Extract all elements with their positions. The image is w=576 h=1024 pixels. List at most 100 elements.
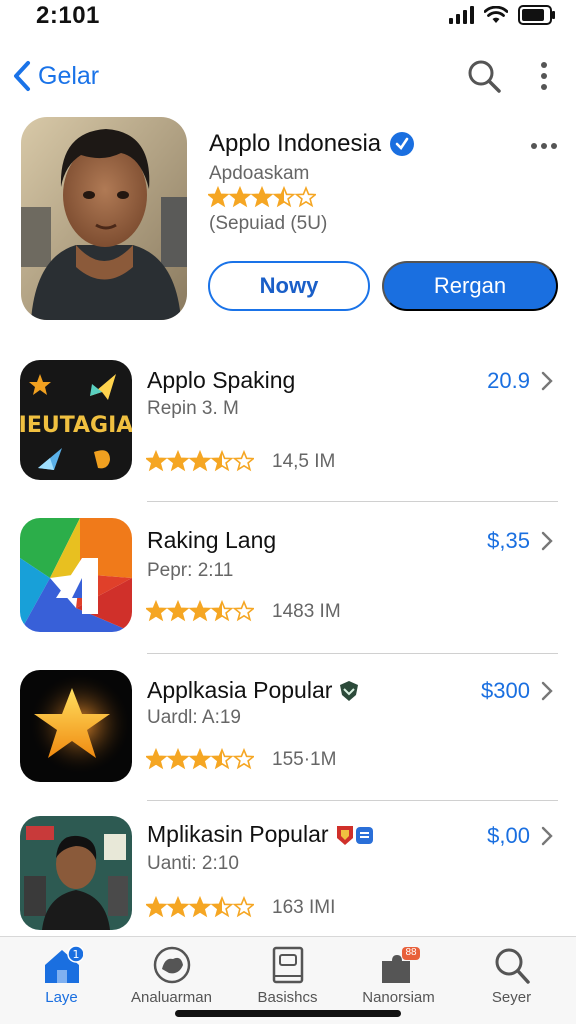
battery-icon: [518, 5, 555, 25]
search-icon[interactable]: [466, 58, 502, 94]
star-icon: [144, 747, 168, 770]
app-icon-text: IEUTAGIA: [20, 413, 132, 438]
hero-title: Applo Indonesia: [209, 130, 382, 157]
signal-icon: [449, 6, 474, 24]
star-icon: [210, 747, 234, 770]
tab-label: Laye: [45, 989, 78, 1006]
verified-badge-icon: [390, 132, 415, 156]
app-rating-stars: [144, 449, 256, 477]
wifi-icon: [484, 6, 508, 23]
app-name: Applkasia Popular: [147, 677, 360, 704]
star-icon: [144, 449, 168, 472]
tab-badge: 88: [405, 947, 417, 958]
hero-rating-stars: [206, 185, 318, 213]
app-price[interactable]: 20.9: [487, 368, 530, 394]
more-vertical-icon[interactable]: [530, 58, 558, 94]
book-icon: [272, 946, 304, 984]
chevron-right-icon: [541, 826, 553, 846]
app-price[interactable]: $300: [481, 678, 530, 704]
star-icon: [166, 449, 190, 472]
star-icon: [210, 449, 234, 472]
app-list-item[interactable]: Raking Lang Pepr: 2:11 1483 IM $,35: [0, 518, 576, 648]
home-icon: 1: [45, 945, 83, 983]
status-icons: [449, 4, 556, 26]
app-size: 1483 IM: [272, 601, 341, 622]
star-icon: [232, 449, 256, 472]
star-icon: [188, 747, 212, 770]
search-icon: [495, 948, 530, 984]
star-icon: [210, 599, 234, 622]
back-button[interactable]: Gelar: [12, 56, 99, 96]
hero-title-row: Applo Indonesia: [209, 130, 415, 158]
app-name-text: Applo Spaking: [147, 367, 296, 393]
chevron-right-icon: [541, 531, 553, 551]
tab-label: Analuarman: [131, 989, 212, 1006]
app-size: 14,5 IM: [272, 451, 336, 472]
app-name: Applo Spaking: [147, 367, 295, 394]
hero-rating-count: (Sepuiad (5U): [209, 213, 328, 234]
star-icon: [294, 185, 318, 208]
tab-nanorsiam[interactable]: 88 Nanorsiam: [341, 937, 456, 1007]
status-bar: 2:101: [0, 0, 576, 34]
app-name-text: Mplikasin Popular: [147, 821, 329, 847]
star-icon: [232, 747, 256, 770]
primary-button[interactable]: Rergan: [382, 261, 558, 311]
star-icon: [144, 895, 168, 918]
star-icon: [166, 599, 190, 622]
tab-home[interactable]: 1 Laye: [4, 937, 119, 1007]
back-label: Gelar: [38, 61, 100, 90]
app-list-item[interactable]: Applkasia Popular Uardl: A:19 155·1M $30…: [0, 670, 576, 800]
app-subtitle: Uardl: A:19: [147, 707, 241, 728]
app-icon: [20, 518, 132, 632]
star-icon: [250, 185, 274, 208]
app-subtitle: Uanti: 2:10: [147, 853, 239, 874]
star-icon: [206, 185, 230, 208]
chevron-left-icon: [14, 61, 30, 91]
more-horizontal-icon[interactable]: [528, 132, 560, 160]
star-icon: [144, 599, 168, 622]
compass-icon: [153, 946, 191, 984]
app-name: Raking Lang: [147, 527, 276, 554]
star-icon: [272, 185, 296, 208]
star-icon: [228, 185, 252, 208]
app-rating-stars: [144, 747, 256, 775]
nav-bar: Gelar: [0, 50, 576, 100]
svg-text:1: 1: [73, 948, 80, 961]
app-icon: [20, 816, 132, 930]
chevron-right-icon: [541, 681, 553, 701]
app-size: 155·1M: [272, 749, 337, 770]
app-list-item[interactable]: IEUTAGIA Applo Spaking Repin 3. M 14,5 I…: [0, 360, 576, 500]
chevron-right-icon: [541, 371, 553, 391]
tab-label: Basishcs: [257, 989, 318, 1006]
app-subtitle: Pepr: 2:11: [147, 560, 234, 581]
app-subtitle: Repin 3. M: [147, 398, 239, 419]
app-icon: [20, 670, 132, 782]
app-rating-stars: [144, 895, 256, 923]
app-price[interactable]: $,00: [487, 823, 530, 849]
star-icon: [188, 449, 212, 472]
status-time: 2:101: [36, 2, 100, 29]
app-rating-stars: [144, 599, 256, 627]
divider: [147, 800, 558, 801]
tab-basishcs[interactable]: Basishcs: [230, 937, 345, 1007]
divider: [147, 501, 558, 502]
app-icon: IEUTAGIA: [20, 360, 132, 480]
app-name-text: Applkasia Popular: [147, 677, 333, 703]
app-price[interactable]: $,35: [487, 528, 530, 554]
tab-search[interactable]: Seyer: [454, 937, 569, 1007]
app-name-text: Raking Lang: [147, 527, 277, 553]
hero-subtitle: Apdoaskam: [209, 163, 310, 184]
tab-analuarman[interactable]: Analuarman: [114, 937, 229, 1007]
star-icon: [232, 599, 256, 622]
star-icon: [232, 895, 256, 918]
tab-label: Seyer: [491, 989, 532, 1006]
secondary-button[interactable]: Nowy: [208, 261, 370, 311]
app-size: 163 IMI: [272, 897, 336, 918]
hero-image: [21, 117, 187, 320]
star-icon: [188, 599, 212, 622]
shield-badge-icon: [340, 680, 359, 701]
app-list-item[interactable]: Mplikasin Popular Uanti: 2:10 163 IMI $,…: [0, 816, 576, 932]
star-icon: [188, 895, 212, 918]
star-icon: [166, 895, 190, 918]
star-icon: [166, 747, 190, 770]
